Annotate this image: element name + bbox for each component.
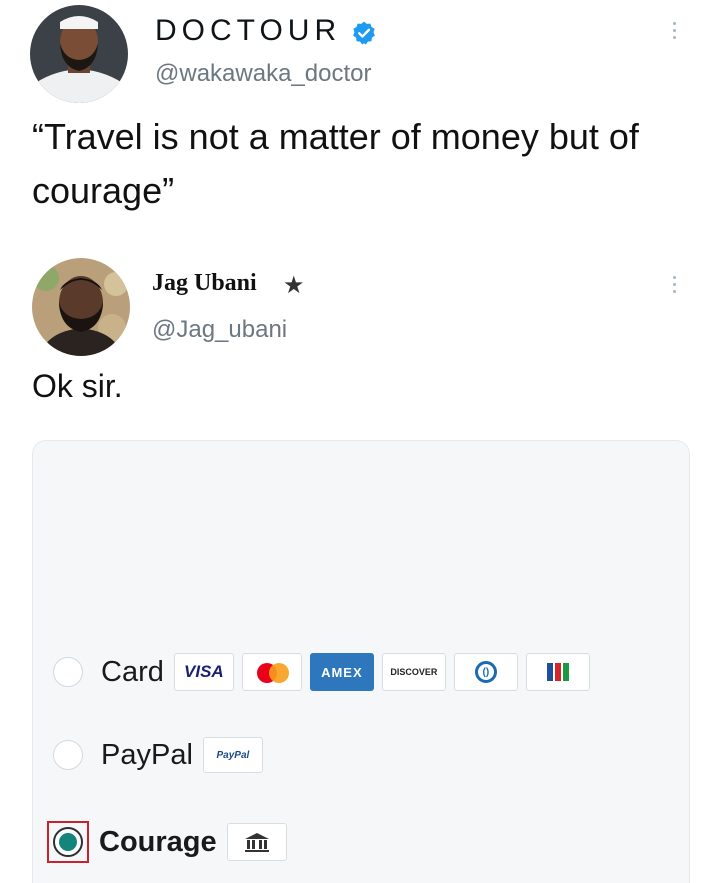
display-name[interactable]: DOCTOUR bbox=[155, 14, 341, 48]
payment-option-card[interactable]: Card VISA AMEX DISCOVER () bbox=[53, 653, 598, 691]
discover-logo: DISCOVER bbox=[381, 653, 446, 691]
reply-text: Ok sir. bbox=[32, 368, 123, 404]
display-name-reply[interactable]: Jag Ubani bbox=[152, 270, 257, 297]
bank-icon bbox=[226, 823, 287, 861]
courage-radio-highlight bbox=[47, 821, 89, 863]
avatar-doctour[interactable] bbox=[30, 5, 128, 103]
paypal-logo: PayPal bbox=[202, 737, 263, 773]
card-label: Card bbox=[101, 655, 164, 688]
star-icon: ★ bbox=[283, 272, 305, 299]
payment-method-panel: Card VISA AMEX DISCOVER () PayPal PayPal… bbox=[32, 440, 690, 883]
mastercard-logo-icon bbox=[241, 653, 302, 691]
jcb-logo-icon bbox=[525, 653, 590, 691]
courage-radio[interactable] bbox=[53, 827, 83, 857]
user-handle-reply[interactable]: @Jag_ubani bbox=[152, 316, 287, 344]
more-options-icon-reply[interactable] bbox=[670, 276, 678, 293]
tweet-text: “Travel is not a matter of money but of … bbox=[32, 116, 639, 211]
visa-logo: VISA bbox=[173, 653, 234, 691]
paypal-label: PayPal bbox=[101, 738, 193, 771]
amex-logo: AMEX bbox=[309, 653, 374, 691]
user-handle[interactable]: @wakawaka_doctor bbox=[155, 60, 371, 88]
courage-label: Courage bbox=[99, 825, 217, 858]
diners-club-logo-icon: () bbox=[453, 653, 518, 691]
payment-option-paypal[interactable]: PayPal PayPal bbox=[53, 737, 271, 773]
paypal-radio[interactable] bbox=[53, 740, 83, 770]
payment-option-courage[interactable]: Courage bbox=[47, 821, 295, 863]
tweet-original: DOCTOUR @wakawaka_doctor “Travel is not … bbox=[0, 0, 720, 240]
avatar-jag-ubani[interactable] bbox=[32, 258, 130, 356]
more-options-icon[interactable] bbox=[670, 22, 678, 39]
verified-badge-icon bbox=[351, 20, 377, 46]
card-radio[interactable] bbox=[53, 657, 83, 687]
